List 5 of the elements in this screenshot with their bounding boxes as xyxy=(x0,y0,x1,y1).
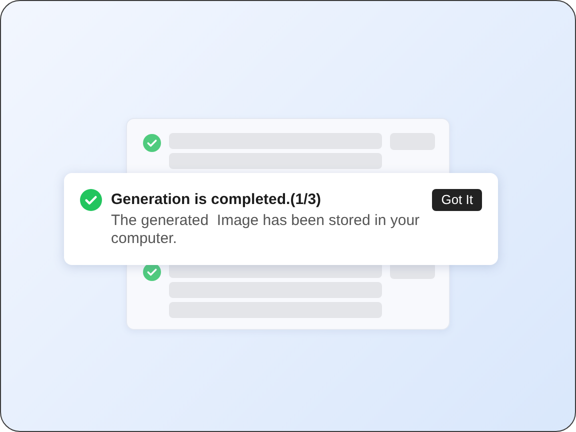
toast-title: Generation is completed.(1/3) xyxy=(111,190,322,210)
got-it-button[interactable]: Got It xyxy=(432,189,482,211)
success-icon xyxy=(80,189,102,211)
check-icon xyxy=(143,134,161,152)
toast-message: The generated Image has been stored in your computer. xyxy=(111,212,421,248)
